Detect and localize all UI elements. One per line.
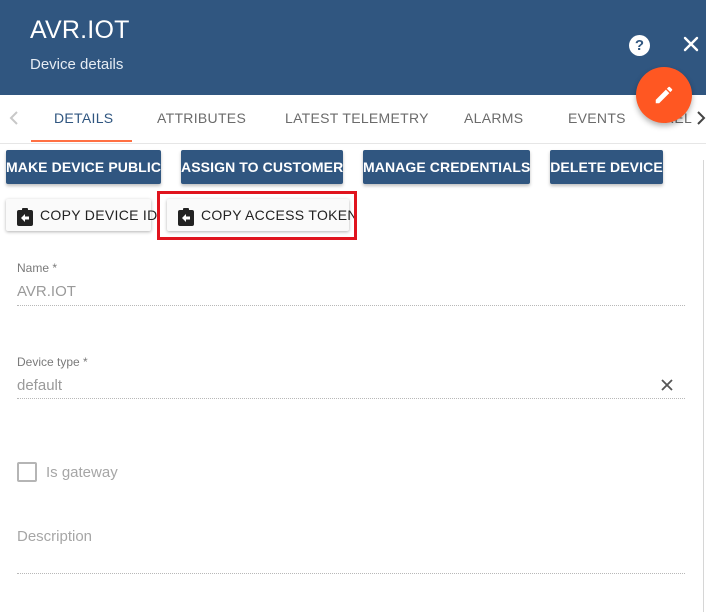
name-input[interactable]: AVR.IOT bbox=[17, 283, 76, 300]
close-icon[interactable] bbox=[682, 35, 700, 53]
chevron-left-icon[interactable] bbox=[6, 109, 22, 127]
copy-device-id-button[interactable]: COPY DEVICE ID bbox=[6, 199, 157, 231]
copy-device-id-label: COPY DEVICE ID bbox=[40, 207, 158, 223]
tab-bar: DETAILS ATTRIBUTES LATEST TELEMETRY ALAR… bbox=[0, 95, 706, 144]
clipboard-arrow-icon bbox=[16, 206, 34, 238]
tab-attributes[interactable]: ATTRIBUTES bbox=[157, 95, 246, 141]
highlight-box bbox=[157, 191, 357, 240]
device-type-input[interactable]: default bbox=[17, 377, 62, 394]
device-type-underline bbox=[17, 398, 685, 399]
edit-icon bbox=[655, 86, 673, 104]
is-gateway-checkbox[interactable] bbox=[17, 462, 37, 482]
chevron-right-icon[interactable] bbox=[694, 109, 706, 127]
device-title: AVR.IOT bbox=[30, 16, 130, 44]
make-device-public-button[interactable]: MAKE DEVICE PUBLIC bbox=[6, 150, 161, 184]
description-underline bbox=[17, 573, 685, 574]
dialog-header: AVR.IOT Device details ? bbox=[0, 0, 706, 95]
tab-events[interactable]: EVENTS bbox=[568, 95, 626, 141]
edit-fab-button[interactable] bbox=[636, 67, 692, 123]
device-subtitle: Device details bbox=[30, 56, 124, 73]
scrollbar[interactable] bbox=[703, 160, 704, 612]
description-input[interactable]: Description bbox=[17, 528, 92, 545]
manage-credentials-button[interactable]: MANAGE CREDENTIALS bbox=[363, 150, 530, 184]
device-type-label: Device type * bbox=[17, 355, 88, 369]
name-label: Name * bbox=[17, 261, 58, 275]
clear-icon[interactable] bbox=[660, 378, 674, 392]
active-tab-indicator bbox=[31, 140, 132, 142]
name-underline bbox=[17, 305, 685, 306]
tab-latest-telemetry[interactable]: LATEST TELEMETRY bbox=[285, 95, 429, 141]
tab-alarms[interactable]: ALARMS bbox=[464, 95, 523, 141]
tab-details[interactable]: DETAILS bbox=[54, 95, 113, 141]
help-icon[interactable]: ? bbox=[629, 35, 650, 56]
is-gateway-label: Is gateway bbox=[46, 464, 118, 481]
assign-to-customer-button[interactable]: ASSIGN TO CUSTOMER bbox=[181, 150, 343, 184]
delete-device-button[interactable]: DELETE DEVICE bbox=[550, 150, 663, 184]
